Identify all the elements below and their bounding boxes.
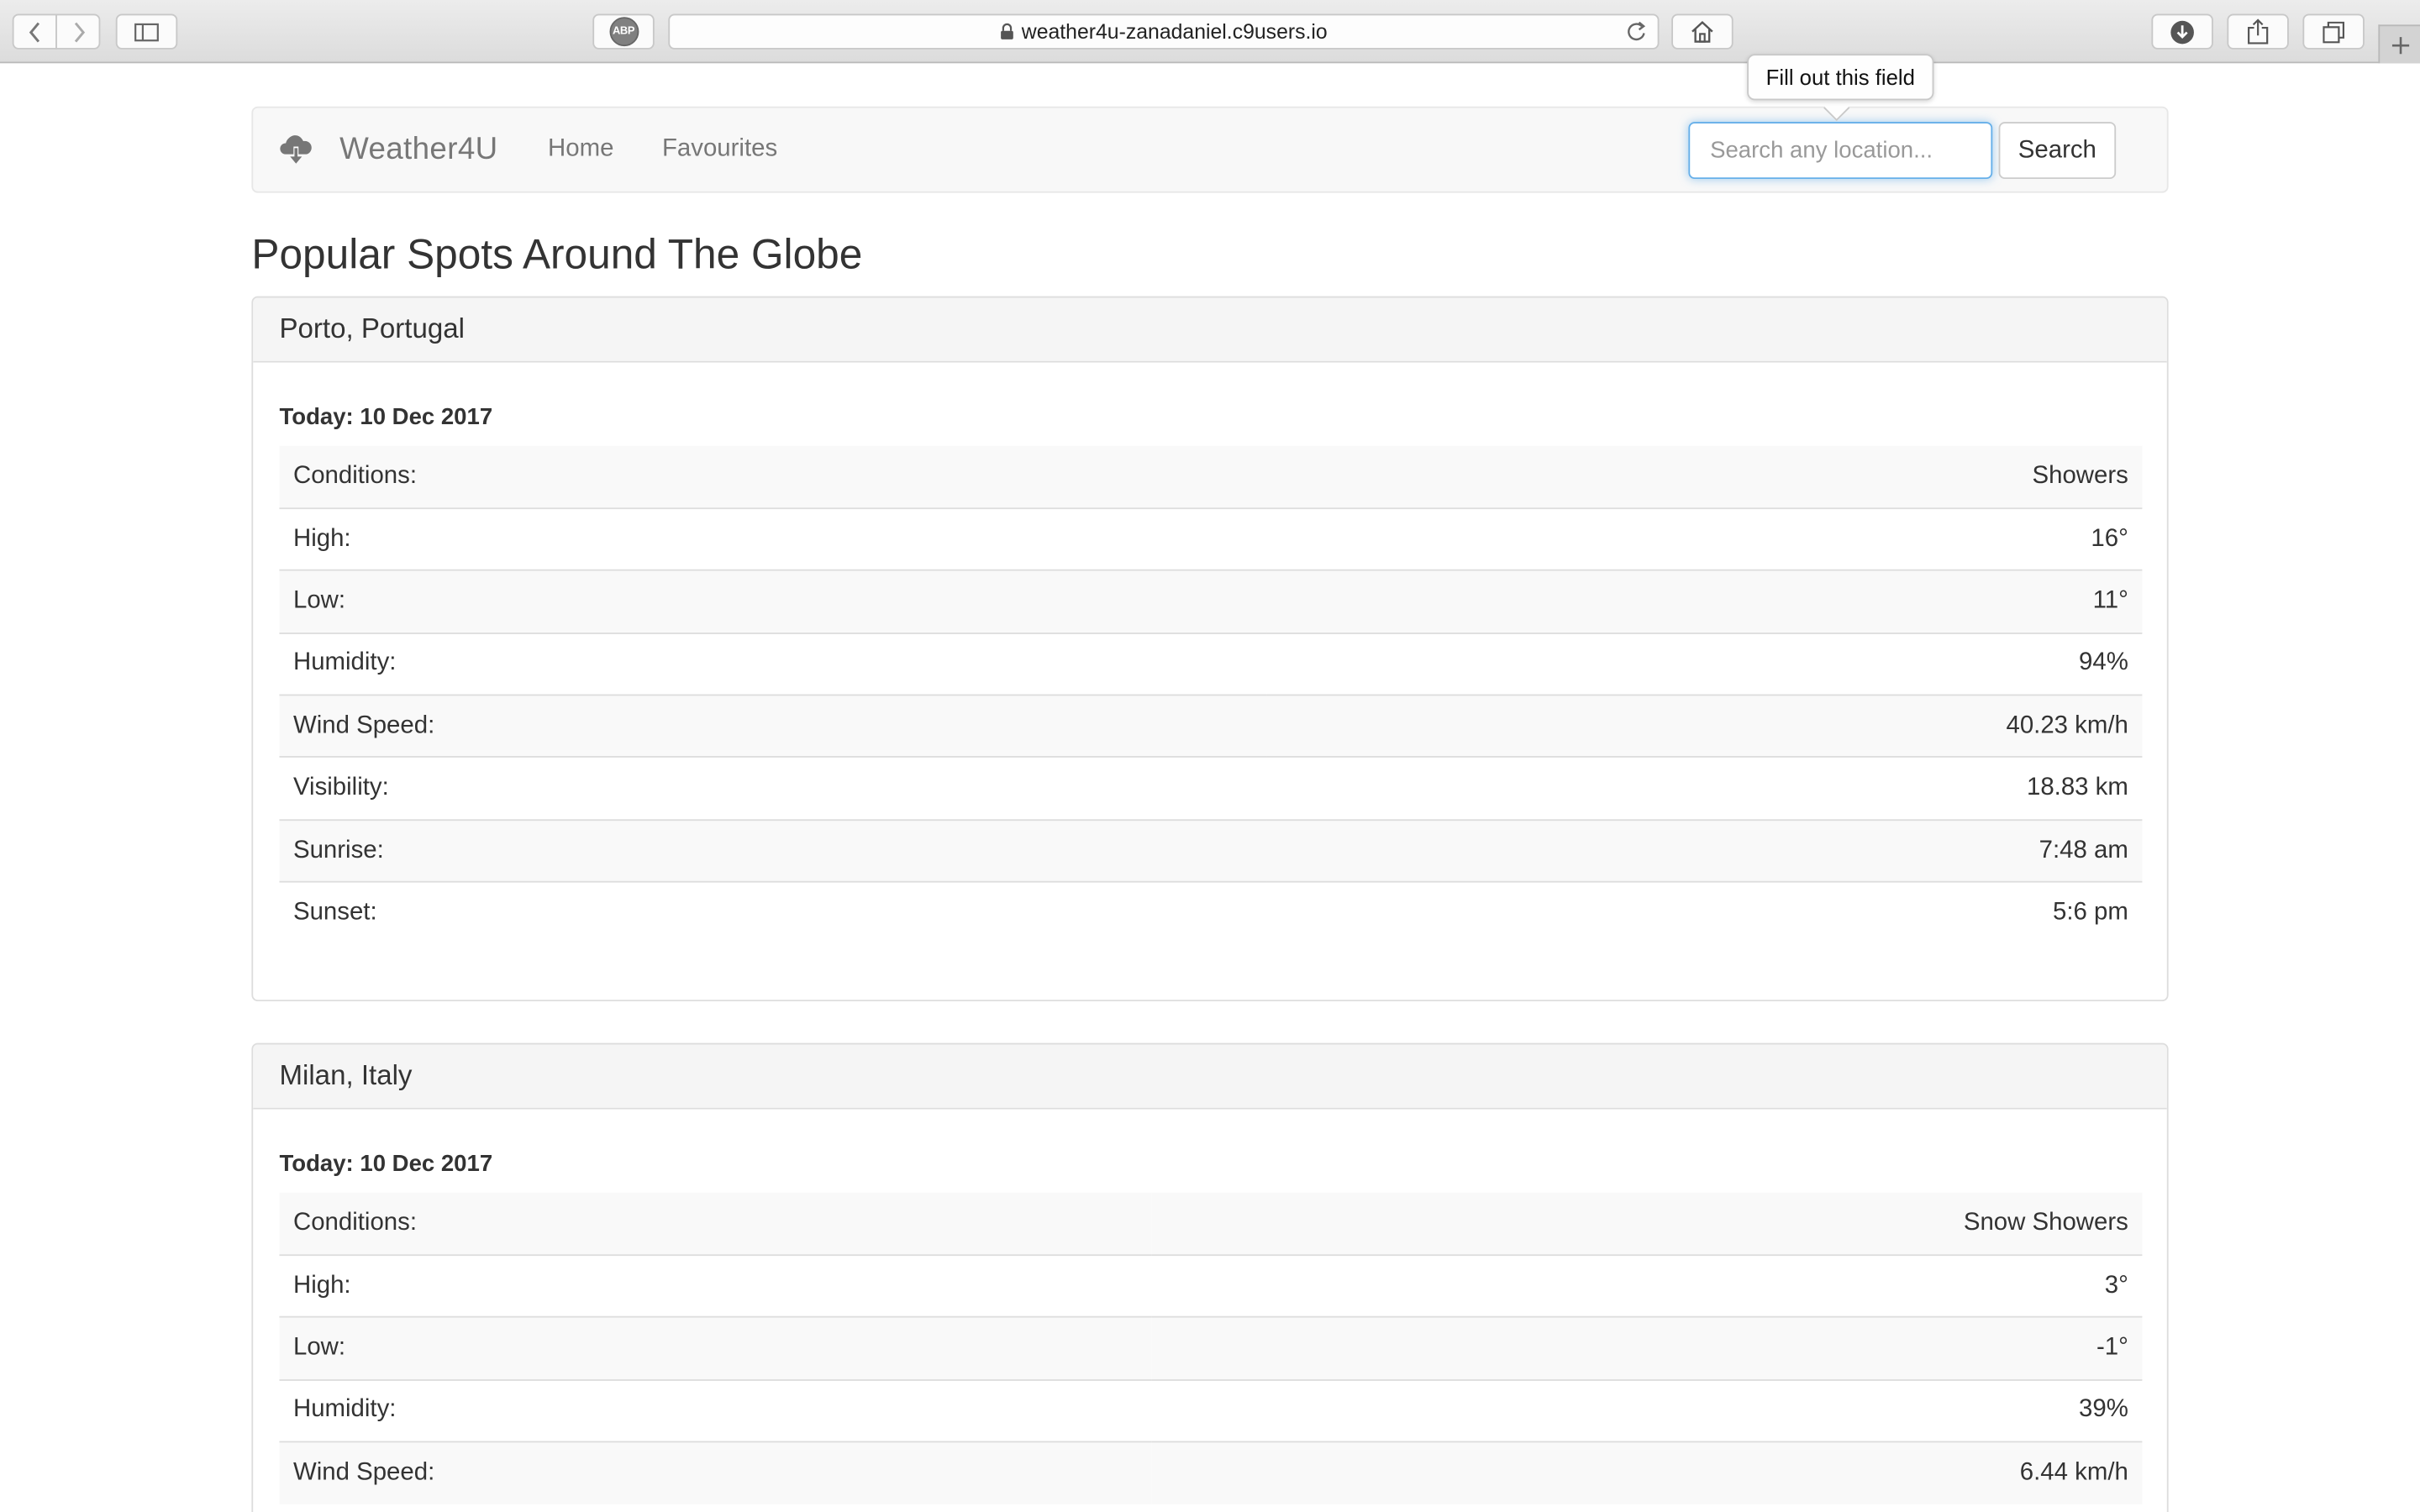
row-value: 18.83 km bbox=[1266, 756, 2143, 820]
address-bar[interactable]: weather4u-zanadaniel.c9users.io bbox=[668, 13, 1660, 50]
row-label: Conditions: bbox=[279, 445, 1267, 509]
lock-icon bbox=[1000, 23, 1014, 40]
row-label: Low: bbox=[279, 570, 1267, 633]
table-row: Conditions: Snow Showers bbox=[279, 1192, 2143, 1255]
row-label: Conditions: bbox=[279, 1192, 1151, 1255]
row-value: 40.23 km/h bbox=[1266, 694, 2143, 758]
adblock-button[interactable]: ABP bbox=[592, 13, 655, 50]
browser-toolbar: ABP weather4u-zanadaniel.c9users.io bbox=[0, 0, 2420, 64]
row-value: 16° bbox=[1266, 507, 2143, 571]
reload-icon[interactable] bbox=[1625, 20, 1649, 48]
table-row: High: 3° bbox=[279, 1254, 2143, 1318]
row-value: 6.44 km/h bbox=[1150, 1441, 2143, 1504]
row-label: Low: bbox=[279, 1316, 1151, 1380]
row-label: Sunrise: bbox=[279, 819, 1267, 883]
home-button[interactable] bbox=[1671, 13, 1733, 50]
row-value: Snow Showers bbox=[1150, 1192, 2143, 1255]
downloads-button[interactable] bbox=[2151, 13, 2213, 50]
chevron-right-icon bbox=[73, 21, 85, 42]
row-value: 39% bbox=[1150, 1378, 2143, 1442]
share-button[interactable] bbox=[2227, 13, 2289, 50]
adblock-icon: ABP bbox=[608, 17, 639, 47]
back-button[interactable] bbox=[12, 13, 57, 50]
table-row: Wind Speed: 40.23 km/h bbox=[279, 694, 2143, 758]
brand-name[interactable]: Weather4U bbox=[339, 133, 497, 168]
location-name: Porto, Portugal bbox=[253, 297, 2167, 363]
row-label: Humidity: bbox=[279, 632, 1267, 696]
row-label: Humidity: bbox=[279, 1378, 1151, 1442]
validation-tooltip: Fill out this field bbox=[1747, 54, 1934, 101]
url-text: weather4u-zanadaniel.c9users.io bbox=[1021, 19, 1328, 44]
page-title: Popular Spots Around The Globe bbox=[251, 231, 863, 278]
cloud-download-icon bbox=[279, 134, 313, 173]
row-value: 94% bbox=[1266, 632, 2143, 696]
forecast-date: Today: 10 Dec 2017 bbox=[279, 404, 493, 431]
tab-overview-button[interactable] bbox=[2302, 13, 2365, 50]
share-icon bbox=[2248, 18, 2269, 45]
table-row: Low: -1° bbox=[279, 1316, 2143, 1380]
location-panel: Porto, Portugal Today: 10 Dec 2017 Condi… bbox=[251, 296, 2169, 1002]
row-value: -1° bbox=[1150, 1316, 2143, 1380]
table-row: Humidity: 94% bbox=[279, 632, 2143, 696]
row-label: High: bbox=[279, 1254, 1151, 1318]
table-row: Low: 11° bbox=[279, 570, 2143, 633]
table-row: Sunrise: 7:48 am bbox=[279, 819, 2143, 883]
site-navbar: Weather4U Home Favourites Search bbox=[251, 106, 2169, 193]
row-value: 5:6 pm bbox=[1266, 881, 2143, 945]
chevron-left-icon bbox=[28, 21, 39, 42]
download-icon bbox=[2170, 19, 2194, 44]
tabs-icon bbox=[2323, 20, 2345, 43]
forecast-date: Today: 10 Dec 2017 bbox=[279, 1151, 493, 1178]
weather-table: Conditions: Showers High: 16° Low: 11° Humi… bbox=[279, 445, 2143, 945]
location-search-input[interactable] bbox=[1688, 122, 1993, 180]
weather-table: Conditions: Snow Showers High: 3° Low: -1° … bbox=[279, 1192, 2143, 1504]
nav-link-home[interactable]: Home bbox=[548, 136, 613, 164]
nav-link-favourites[interactable]: Favourites bbox=[662, 136, 777, 164]
sidebar-toggle-button[interactable] bbox=[115, 13, 178, 50]
forward-button[interactable] bbox=[55, 13, 101, 50]
row-label: High: bbox=[279, 507, 1267, 571]
plus-icon bbox=[2391, 36, 2409, 54]
row-label: Wind Speed: bbox=[279, 694, 1267, 758]
row-label: Sunset: bbox=[279, 881, 1267, 945]
new-tab-button[interactable] bbox=[2378, 24, 2420, 64]
search-button[interactable]: Search bbox=[1998, 122, 2117, 180]
row-label: Visibility: bbox=[279, 756, 1267, 820]
table-row: Humidity: 39% bbox=[279, 1378, 2143, 1442]
table-row: Wind Speed: 6.44 km/h bbox=[279, 1441, 2143, 1504]
home-icon bbox=[1691, 21, 1713, 43]
row-value: 3° bbox=[1150, 1254, 2143, 1318]
table-row: Conditions: Showers bbox=[279, 445, 2143, 509]
table-row: Sunset: 5:6 pm bbox=[279, 881, 2143, 945]
row-value: 7:48 am bbox=[1266, 819, 2143, 883]
row-label: Wind Speed: bbox=[279, 1441, 1151, 1504]
sidebar-icon bbox=[134, 22, 159, 41]
table-row: Visibility: 18.83 km bbox=[279, 756, 2143, 820]
row-value: 11° bbox=[1266, 570, 2143, 633]
location-panel: Milan, Italy Today: 10 Dec 2017 Conditio… bbox=[251, 1042, 2169, 1512]
location-name: Milan, Italy bbox=[253, 1044, 2167, 1110]
table-row: High: 16° bbox=[279, 507, 2143, 571]
row-value: Showers bbox=[1266, 445, 2143, 509]
